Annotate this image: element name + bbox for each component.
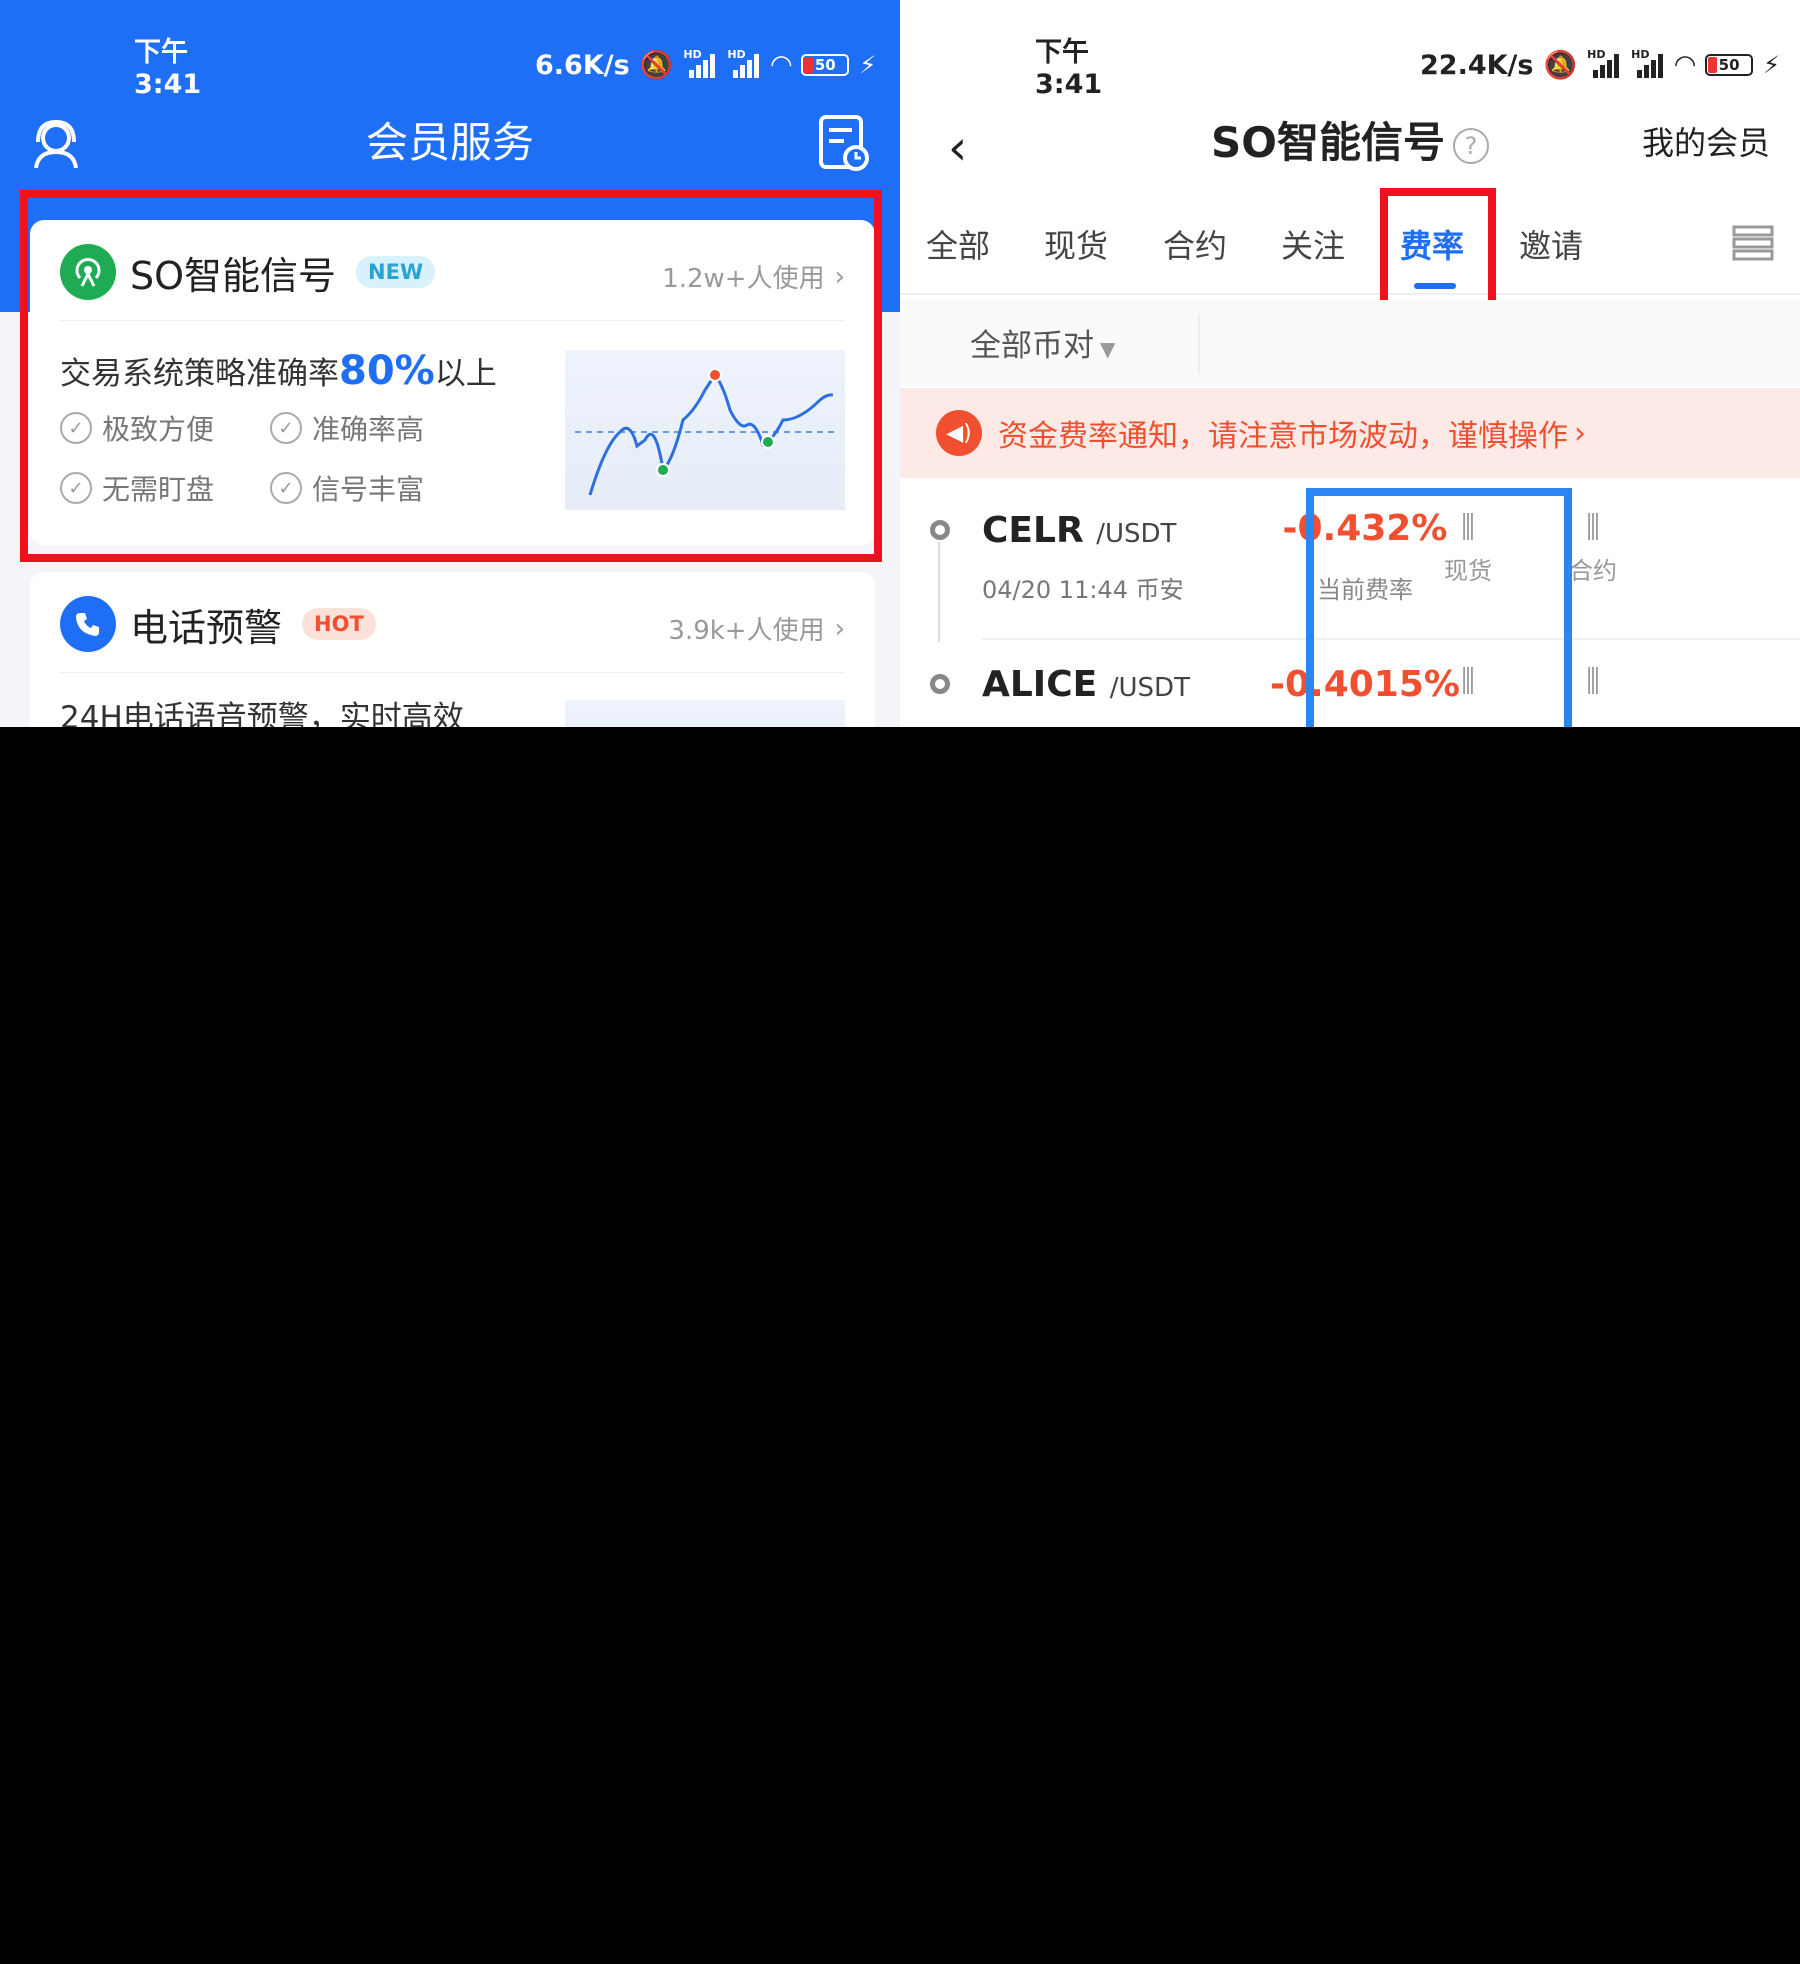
user-count-text: 3.9k+人使用 bbox=[668, 616, 825, 646]
highlight-box bbox=[20, 190, 882, 562]
funding-rate-notice[interactable]: ◀) 资金费率通知，请注意市场波动，谨慎操作 › bbox=[900, 388, 1800, 478]
chevron-right-icon: › bbox=[1574, 415, 1586, 451]
network-speed: 6.6K/s bbox=[535, 49, 630, 81]
top-bar: 会员服务 bbox=[0, 108, 900, 178]
network-speed: 22.4K/s bbox=[1420, 49, 1534, 81]
right-screen: 下午3:41 22.4K/s 🔕 HD HD ◠ 50 ⚡ ‹ SO智能信号? … bbox=[900, 0, 1800, 727]
record-icon[interactable] bbox=[818, 114, 870, 172]
tab-bar: 全部 现货 合约 关注 费率 邀请 bbox=[900, 195, 1800, 295]
notice-text: 资金费率通知，请注意市场波动，谨慎操作 bbox=[998, 419, 1568, 454]
base-symbol: ALICE bbox=[982, 664, 1098, 705]
base-symbol: CELR bbox=[982, 510, 1084, 551]
help-icon[interactable]: ? bbox=[1452, 127, 1489, 164]
pair-filter-dropdown[interactable]: 全部币对 ▼ bbox=[970, 320, 1115, 365]
caret-down-icon: ▼ bbox=[1100, 337, 1116, 361]
battery-icon: 50 bbox=[801, 54, 850, 76]
signal-icon: HD bbox=[727, 48, 761, 78]
pair-meta: 04/20 11:44 币安 bbox=[982, 576, 1184, 604]
pair-symbol: CELR /USDT bbox=[982, 510, 1176, 551]
signal-icon: HD bbox=[683, 48, 717, 78]
preview-chart bbox=[565, 700, 845, 727]
quote-symbol: /USDT bbox=[1109, 673, 1190, 703]
tab-all[interactable]: 全部 bbox=[926, 221, 990, 267]
status-indicators: 6.6K/s 🔕 HD HD ◠ 50 ⚡ bbox=[535, 48, 877, 81]
wifi-icon: ◠ bbox=[1675, 50, 1696, 80]
charging-icon: ⚡ bbox=[1763, 51, 1780, 79]
tab-follow[interactable]: 关注 bbox=[1281, 221, 1345, 267]
wifi-icon: ◠ bbox=[771, 50, 792, 80]
my-member-link[interactable]: 我的会员 bbox=[1642, 108, 1770, 178]
card-description: 24H电话语音预警，实时高效 bbox=[60, 700, 464, 727]
tab-invite[interactable]: 邀请 bbox=[1519, 221, 1583, 267]
timeline-dot bbox=[930, 520, 950, 540]
status-time: 下午3:41 bbox=[1035, 37, 1103, 100]
mute-icon: 🔕 bbox=[1543, 50, 1578, 81]
battery-icon: 50 bbox=[1705, 54, 1754, 76]
chevron-right-icon: › bbox=[834, 613, 845, 644]
signal-icon: HD bbox=[1587, 48, 1621, 78]
timeline-line bbox=[938, 542, 940, 642]
quote-symbol: /USDT bbox=[1096, 519, 1177, 549]
pair-filter-label: 全部币对 bbox=[970, 328, 1094, 364]
pair-symbol: ALICE /USDT bbox=[982, 664, 1190, 705]
phone-icon bbox=[60, 596, 116, 652]
user-count: 3.9k+人使用 › bbox=[668, 610, 845, 647]
card-header: 电话预警 HOT bbox=[60, 594, 376, 654]
top-bar: ‹ SO智能信号? 我的会员 bbox=[900, 108, 1800, 178]
tab-spot[interactable]: 现货 bbox=[1044, 221, 1108, 267]
mute-icon: 🔕 bbox=[639, 50, 674, 81]
signal-icon: HD bbox=[1631, 48, 1665, 78]
page-title: SO智能信号 bbox=[1211, 118, 1445, 167]
charging-icon: ⚡ bbox=[859, 51, 877, 79]
left-screen: 下午3:41 6.6K/s 🔕 HD HD ◠ 50 ⚡ 会员服务 SO智能信号… bbox=[0, 0, 900, 727]
tab-contract[interactable]: 合约 bbox=[1163, 221, 1227, 267]
menu-icon[interactable] bbox=[1732, 225, 1774, 261]
highlight-box bbox=[1306, 488, 1572, 727]
timeline-dot bbox=[930, 674, 950, 694]
highlight-box bbox=[1380, 188, 1496, 314]
status-time: 下午3:41 bbox=[134, 37, 202, 100]
hot-badge: HOT bbox=[302, 608, 376, 640]
divider bbox=[60, 672, 845, 673]
phone-alert-card[interactable]: 电话预警 HOT 3.9k+人使用 › 24H电话语音预警，实时高效 bbox=[30, 572, 875, 727]
page-title: 会员服务 bbox=[365, 118, 534, 167]
speaker-icon: ◀) bbox=[936, 410, 982, 456]
filter-bar: 全部币对 ▼ bbox=[900, 300, 1800, 386]
divider bbox=[1198, 314, 1200, 374]
card-title: 电话预警 bbox=[130, 605, 283, 650]
status-indicators: 22.4K/s 🔕 HD HD ◠ 50 ⚡ bbox=[1420, 48, 1780, 81]
